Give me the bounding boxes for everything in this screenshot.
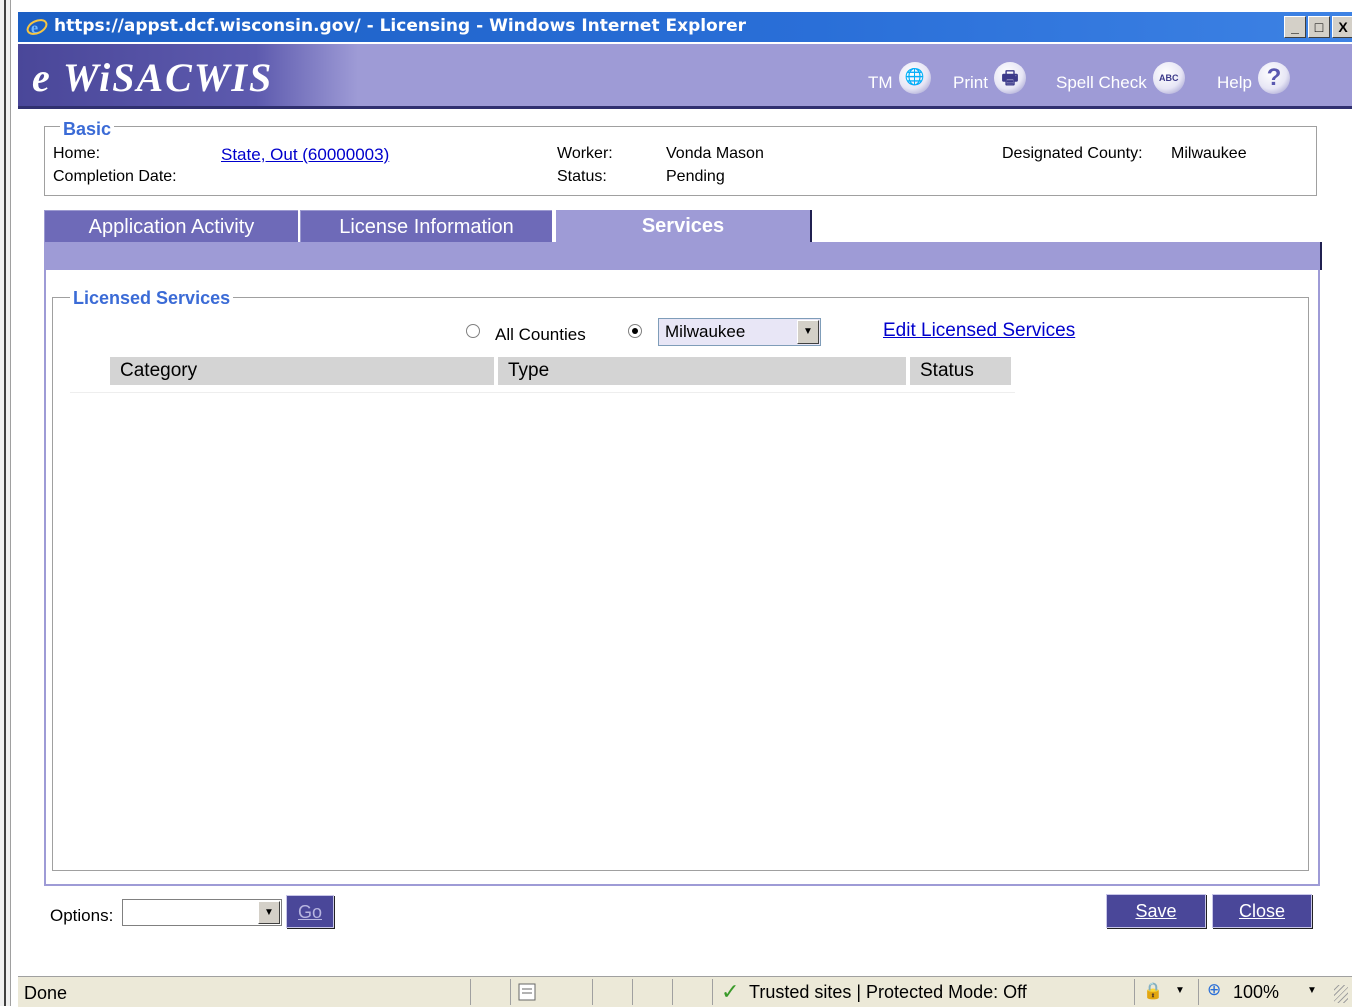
designated-county-label: Designated County: bbox=[1002, 145, 1143, 162]
left-frame-strip bbox=[0, 0, 11, 1006]
options-label: Options: bbox=[50, 906, 114, 925]
chevron-down-icon: ▼ bbox=[258, 901, 280, 924]
close-button[interactable]: Close bbox=[1212, 894, 1312, 928]
protected-mode-pane[interactable]: 🔒 ▼ bbox=[1134, 979, 1196, 1005]
home-label: Home: bbox=[53, 145, 101, 162]
status-pane bbox=[470, 979, 510, 1005]
designated-county-value: Milwaukee bbox=[1171, 145, 1247, 162]
ie-logo-icon: e bbox=[26, 19, 48, 37]
completion-date-label: Completion Date: bbox=[53, 168, 177, 185]
help-label: Help bbox=[1217, 73, 1252, 93]
spell-check-label: Spell Check bbox=[1056, 73, 1147, 93]
county-radio[interactable] bbox=[628, 324, 642, 338]
app-header: e WiSACWIS TM 🌐 Print 🖶 Spell Check ABC Hel… bbox=[18, 44, 1352, 106]
save-button[interactable]: Save bbox=[1106, 894, 1206, 928]
security-zone-text: Trusted sites | Protected Mode: Off bbox=[749, 982, 1027, 1002]
print-button[interactable]: Print 🖶 bbox=[953, 62, 1026, 94]
globe-icon: 🌐 bbox=[898, 62, 931, 94]
county-select[interactable]: Milwaukee ▼ bbox=[658, 318, 821, 346]
spell-check-button[interactable]: Spell Check ABC bbox=[1056, 62, 1185, 94]
column-header-category[interactable]: Category bbox=[110, 357, 494, 385]
lock-icon: 🔒 bbox=[1143, 983, 1163, 1000]
go-button[interactable]: Go bbox=[286, 895, 334, 928]
status-pane bbox=[672, 979, 712, 1005]
frame-divider bbox=[4, 0, 6, 1006]
status-label: Status: bbox=[557, 168, 607, 185]
all-counties-radio[interactable] bbox=[466, 324, 480, 338]
tm-button[interactable]: TM 🌐 bbox=[868, 62, 931, 94]
page-icon bbox=[518, 983, 536, 1001]
zoom-control[interactable]: ⊕ 100% ▼ bbox=[1198, 979, 1328, 1005]
spellcheck-icon: ABC bbox=[1152, 62, 1185, 94]
tab-application-activity[interactable]: Application Activity bbox=[44, 210, 298, 242]
zoom-level: 100% bbox=[1233, 982, 1280, 1002]
status-text: Done bbox=[24, 983, 68, 1003]
tm-label: TM bbox=[868, 73, 893, 93]
tab-license-information[interactable]: License Information bbox=[300, 210, 552, 242]
svg-text:e: e bbox=[31, 20, 38, 37]
chevron-down-icon: ▼ bbox=[797, 320, 819, 344]
status-pane bbox=[632, 979, 672, 1005]
status-pane bbox=[592, 979, 632, 1005]
table-divider bbox=[70, 392, 1015, 393]
edit-licensed-services-link[interactable]: Edit Licensed Services bbox=[883, 320, 1075, 342]
all-counties-label: All Counties bbox=[495, 325, 586, 344]
status-bar: Done ✓ Trusted sites | Protected Mode: O… bbox=[18, 976, 1352, 1007]
checkmark-icon: ✓ bbox=[721, 979, 740, 1004]
tab-services[interactable]: Services bbox=[556, 210, 812, 244]
minimize-button[interactable]: _ bbox=[1284, 16, 1306, 38]
help-button[interactable]: Help? bbox=[1217, 62, 1290, 94]
column-header-type[interactable]: Type bbox=[498, 357, 906, 385]
header-divider bbox=[18, 106, 1352, 109]
chevron-down-icon: ▼ bbox=[1175, 985, 1185, 996]
security-zone[interactable]: ✓ Trusted sites | Protected Mode: Off bbox=[712, 979, 1132, 1005]
county-select-value: Milwaukee bbox=[665, 322, 746, 341]
window-title: https://appst.dcf.wisconsin.gov/ - Licen… bbox=[54, 16, 747, 36]
tab-strip bbox=[44, 242, 1322, 270]
home-link[interactable]: State, Out (60000003) bbox=[221, 145, 389, 165]
help-icon: ? bbox=[1257, 62, 1290, 94]
licensed-services-legend: Licensed Services bbox=[70, 288, 234, 309]
resize-grip-icon[interactable] bbox=[1334, 985, 1348, 1003]
worker-value: Vonda Mason bbox=[666, 145, 764, 162]
basic-legend: Basic bbox=[60, 119, 115, 140]
maximize-button[interactable]: □ bbox=[1308, 16, 1330, 38]
zoom-icon: ⊕ bbox=[1207, 980, 1222, 999]
column-header-status[interactable]: Status bbox=[910, 357, 1011, 385]
close-window-button[interactable]: X bbox=[1332, 16, 1352, 38]
window-titlebar: e https://appst.dcf.wisconsin.gov/ - Lic… bbox=[18, 12, 1352, 42]
worker-label: Worker: bbox=[557, 145, 613, 162]
app-logo: e WiSACWIS bbox=[32, 55, 274, 100]
options-select[interactable]: ▼ bbox=[122, 899, 282, 926]
status-value: Pending bbox=[666, 168, 725, 185]
printer-icon: 🖶 bbox=[993, 62, 1026, 94]
print-label: Print bbox=[953, 73, 988, 93]
chevron-down-icon: ▼ bbox=[1307, 985, 1317, 996]
status-pane bbox=[510, 979, 554, 1005]
